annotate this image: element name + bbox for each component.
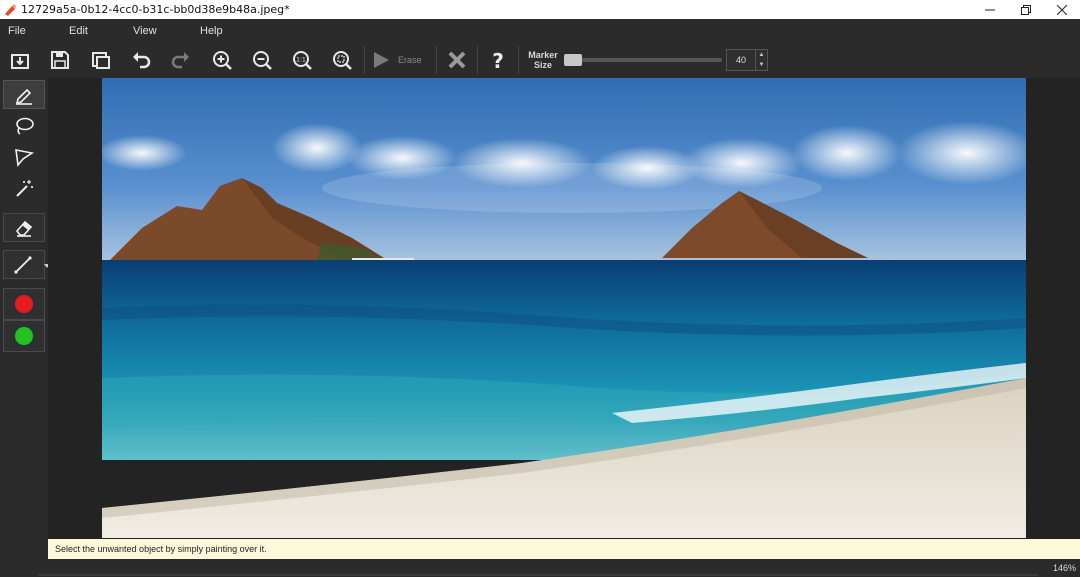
hint-text: Select the unwanted object by simply pai… — [55, 544, 267, 554]
zoom-fit-button[interactable] — [327, 46, 357, 74]
svg-text:?: ? — [492, 49, 504, 71]
toolbar-separator — [436, 46, 437, 74]
title-bar: 12729a5a-0b12-4cc0-b31c-bb0d38e9b48a.jpe… — [0, 0, 1080, 19]
hint-bar: Select the unwanted object by simply pai… — [48, 539, 1080, 559]
line-icon — [14, 255, 32, 274]
green-marker-color[interactable] — [3, 320, 45, 352]
menu-edit[interactable]: Edit — [69, 25, 88, 37]
toolbar-separator — [477, 46, 478, 74]
play-icon — [374, 52, 389, 68]
redo-icon — [171, 52, 189, 69]
horizontal-scrollbar[interactable] — [38, 574, 1038, 576]
pencil-icon — [15, 88, 32, 105]
status-bar: 146% — [0, 559, 1080, 577]
marker-size-stepper[interactable]: 40 ▲ ▼ — [726, 49, 768, 71]
slider-track — [564, 58, 722, 62]
red-marker-color[interactable] — [3, 288, 45, 320]
zoom-fit-icon — [333, 51, 352, 70]
save-icon — [51, 51, 69, 69]
close-icon — [1057, 4, 1067, 15]
redo-button[interactable] — [166, 46, 196, 74]
polygon-lasso-icon — [15, 148, 35, 167]
line-tool[interactable] — [3, 250, 50, 279]
open-button[interactable] — [5, 46, 35, 74]
zoom-in-icon — [213, 51, 232, 70]
svg-text:1:1: 1:1 — [296, 57, 306, 64]
marker-label-line2: Size — [533, 60, 552, 70]
zoom-level: 146% — [1052, 563, 1076, 573]
restore-button[interactable] — [1008, 0, 1044, 19]
zoom-actual-size-icon: 1:1 — [293, 51, 312, 70]
compare-button[interactable] — [86, 46, 116, 74]
zoom-out-icon — [253, 51, 272, 70]
erase-label: Erase — [398, 55, 422, 65]
magic-wand-icon — [16, 179, 33, 197]
marker-label-line1: Marker — [528, 50, 558, 60]
undo-button[interactable] — [126, 46, 156, 74]
green-color-swatch — [15, 327, 33, 345]
toolbar-separator — [518, 46, 519, 74]
help-button[interactable]: ? — [483, 46, 513, 74]
undo-icon — [133, 52, 151, 69]
question-mark-icon: ? — [492, 49, 504, 71]
eraser-tool[interactable] — [3, 213, 45, 242]
compare-icon — [92, 52, 110, 69]
menu-help[interactable]: Help — [200, 25, 223, 37]
red-color-swatch — [15, 295, 33, 313]
marker-tool[interactable] — [3, 80, 45, 109]
image-canvas[interactable] — [102, 78, 1026, 538]
close-x-icon — [448, 51, 466, 69]
toolbar-separator — [364, 46, 365, 74]
open-icon — [11, 54, 29, 69]
beach-photo[interactable] — [102, 78, 1026, 538]
close-button[interactable] — [1044, 0, 1080, 19]
menu-view[interactable]: View — [133, 25, 157, 37]
save-button[interactable] — [45, 46, 75, 74]
magic-wand-tool[interactable] — [3, 173, 45, 202]
cancel-button[interactable] — [442, 46, 472, 74]
zoom-in-button[interactable] — [207, 46, 237, 74]
minimize-icon — [985, 9, 995, 10]
eraser-icon — [15, 220, 33, 237]
window-title: 12729a5a-0b12-4cc0-b31c-bb0d38e9b48a.jpe… — [21, 3, 290, 16]
lasso-tool[interactable] — [3, 111, 45, 140]
polygon-lasso-tool[interactable] — [3, 142, 45, 171]
menu-file[interactable]: File — [8, 25, 26, 37]
toolbar: 1:1 Erase ? Marker Size 40 ▲ ▼ — [0, 42, 1080, 78]
zoom-actual-size-button[interactable]: 1:1 — [287, 46, 317, 74]
stepper-down-icon[interactable]: ▼ — [756, 60, 767, 70]
minimize-button[interactable] — [972, 0, 1008, 19]
marker-size-label: Marker Size — [524, 50, 562, 70]
lasso-icon — [16, 117, 34, 135]
zoom-out-button[interactable] — [247, 46, 277, 74]
marker-size-slider[interactable] — [564, 54, 722, 66]
marker-size-value[interactable]: 40 — [727, 50, 755, 70]
tool-panel — [0, 78, 50, 559]
stepper-up-icon[interactable]: ▲ — [756, 50, 767, 60]
menu-bar: File Edit View Help — [0, 19, 1080, 42]
restore-icon — [1021, 4, 1031, 15]
app-icon — [5, 3, 16, 16]
erase-button[interactable]: Erase — [370, 46, 432, 74]
slider-handle[interactable] — [564, 54, 582, 66]
canvas-area[interactable] — [48, 78, 1080, 539]
